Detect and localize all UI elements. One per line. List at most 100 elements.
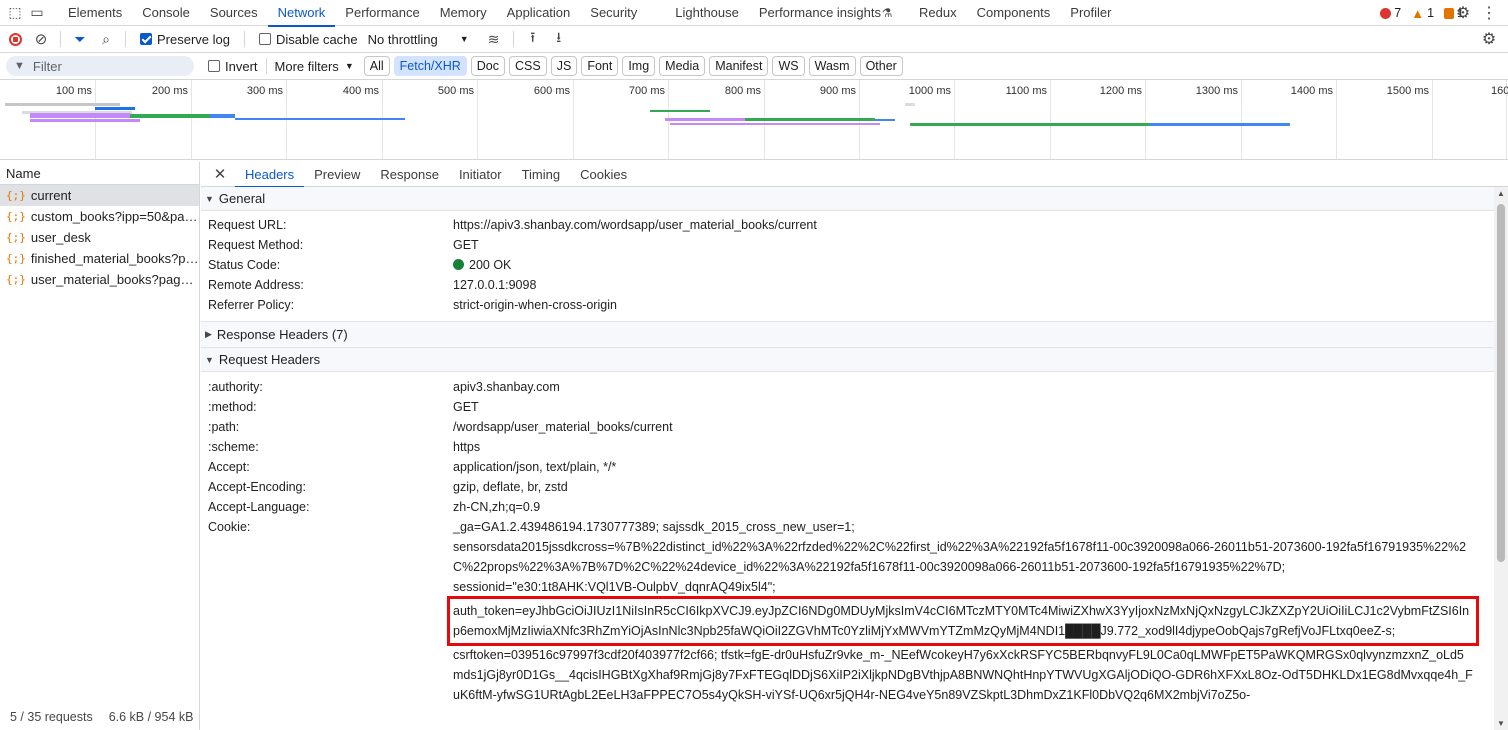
search-icon[interactable]: ⌕ [95,28,117,50]
scroll-down-icon[interactable]: ▼ [1497,719,1505,728]
request-row[interactable]: {;} finished_material_books?pa... [0,248,199,269]
chip-all[interactable]: All [363,56,390,76]
record-stop-icon[interactable] [4,28,26,50]
filter-input[interactable]: ▼ Filter [6,56,194,76]
chip-fetch-xhr[interactable]: Fetch/XHR [393,56,467,76]
general-section-header[interactable]: ▼ General [201,187,1494,211]
network-conditions-icon[interactable]: ≋ [483,28,505,50]
inspect-element-icon[interactable]: ⬚ [4,2,26,24]
disable-cache-checkbox[interactable]: Disable cache [258,32,358,47]
waterfall-bar [665,118,745,121]
chip-manifest[interactable]: Manifest [709,56,769,76]
devtools-tabs-bar: ⬚ ▭ Elements Console Sources Network Per… [0,0,1508,27]
tab-lighthouse[interactable]: Lighthouse [665,0,749,26]
tab-performance-insights[interactable]: Performance insights [749,0,891,26]
tab-timing[interactable]: Timing [512,162,571,187]
divider [512,31,514,47]
more-filters-dropdown[interactable]: More filters ▼ [275,59,354,74]
timeline-tick: 160 [1491,80,1508,159]
chip-font[interactable]: Font [581,56,619,76]
filter-bar: ▼ Filter Invert More filters ▼ All Fetch/X… [0,53,1508,80]
checkbox-unchecked[interactable] [208,60,220,72]
clear-icon[interactable]: ⊘ [30,28,52,50]
request-list: Name {;} current {;} custom_books?ipp=50&p… [0,162,200,730]
header-row: Accept-Encoding: gzip, deflate, br, zstd [208,480,568,494]
chip-ws[interactable]: WS [772,56,805,76]
request-row[interactable]: {;} custom_books?ipp=50&pag... [0,206,199,227]
timeline-tick: 1000 ms [909,80,955,159]
divider [265,58,267,74]
timeline-overview[interactable]: 100 ms 200 ms 300 ms 400 ms 500 ms 600 m… [0,80,1508,160]
response-headers-section-header[interactable]: ▶ Response Headers (7) [201,321,1494,348]
tab-console[interactable]: Console [132,0,200,26]
device-toolbar-icon[interactable]: ▭ [26,2,48,24]
funnel-icon: ▼ [14,60,25,72]
status-code: 200 OK [469,258,512,272]
checkbox-checked[interactable] [140,33,152,45]
chip-doc[interactable]: Doc [470,56,506,76]
chip-other[interactable]: Other [859,56,903,76]
chip-img[interactable]: Img [622,56,656,76]
export-har-icon[interactable]: ⭳ [548,28,570,50]
tab-sources[interactable]: Sources [200,0,268,26]
request-row[interactable]: {;} user_desk [0,227,199,248]
cookie-value: _ga=GA1.2.439486194.1730777389; sajssdk_… [447,517,1494,705]
tab-components[interactable]: Components [967,0,1061,26]
tab-network[interactable]: Network [267,0,336,27]
chip-js[interactable]: JS [550,56,578,76]
tab-response[interactable]: Response [370,162,449,187]
request-row[interactable]: {;} user_material_books?page=... [0,269,199,290]
warning-count[interactable]: ▲ 1 [1411,6,1434,21]
tab-application[interactable]: Application [497,0,581,26]
cookie-line: sessionid="e30:1t8AHK:VQl1VB-OulpbV_dqnr… [453,580,776,594]
preserve-log-checkbox[interactable]: Preserve log [140,32,230,47]
tab-elements[interactable]: Elements [58,0,132,26]
fetch-icon: {;} [6,273,26,286]
scroll-thumb[interactable] [1497,204,1505,562]
tab-performance[interactable]: Performance [335,0,429,26]
request-detail: ✕ Headers Preview Response Initiator Tim… [201,162,1508,730]
waterfall-bar [670,123,880,125]
status-footer: 5 / 35 requests 6.6 kB / 954 kB [0,704,199,730]
waterfall-bar [745,118,875,121]
checkbox-unchecked[interactable] [258,33,271,45]
tab-profiler[interactable]: Profiler [1060,0,1121,26]
tab-redux[interactable]: Redux [909,0,967,26]
timeline-tick: 1500 ms [1387,80,1433,159]
invert-checkbox[interactable]: Invert [208,59,258,74]
name-column-header[interactable]: Name [0,162,199,185]
cookie-row: Cookie: _ga=GA1.2.439486194.1730777389; … [201,517,1494,705]
network-settings-icon[interactable]: ⚙ [1478,28,1500,50]
tab-security[interactable]: Security [580,0,647,26]
header-row: Accept-Language: zh-CN,zh;q=0.9 [208,500,541,514]
more-menu-icon[interactable]: ⋮ [1478,2,1500,24]
header-row: Request URL: https://apiv3.shanbay.com/wo… [208,218,817,232]
settings-icon[interactable]: ⚙ [1452,2,1474,24]
request-row[interactable]: {;} current [0,185,199,206]
vertical-scrollbar[interactable]: ▲ ▼ [1494,187,1508,730]
tab-preview[interactable]: Preview [304,162,370,187]
tab-memory[interactable]: Memory [430,0,497,26]
chip-css[interactable]: CSS [509,56,547,76]
waterfall-bar [905,103,915,106]
throttling-select[interactable]: No throttling ▼ [368,32,469,47]
auth-token-highlight: auth_token=eyJhbGciOiJIUzI1NiIsInR5cCI6I… [447,596,1479,646]
filter-funnel-icon[interactable]: ⏷ [69,28,91,50]
triangle-right-icon: ▶ [205,329,212,339]
scroll-up-icon[interactable]: ▲ [1497,189,1505,198]
timeline-tick: 1400 ms [1291,80,1337,159]
tab-headers[interactable]: Headers [235,162,305,188]
cookie-line: csrftoken=039516c97997f3cdf20f403977f2cf… [453,648,1473,702]
tab-initiator[interactable]: Initiator [449,162,512,187]
close-icon[interactable]: ✕ [209,163,231,185]
import-har-icon[interactable]: ⭱ [522,28,544,50]
waterfall-bar [130,114,210,118]
request-headers-section-header[interactable]: ▼ Request Headers [201,348,1494,372]
chip-media[interactable]: Media [659,56,706,76]
tab-cookies[interactable]: Cookies [570,162,637,187]
error-count[interactable]: 7 [1380,6,1401,20]
divider [243,31,245,47]
chip-wasm[interactable]: Wasm [808,56,856,76]
header-row: Referrer Policy: strict-origin-when-cross… [208,298,617,312]
error-icon [1380,7,1392,19]
